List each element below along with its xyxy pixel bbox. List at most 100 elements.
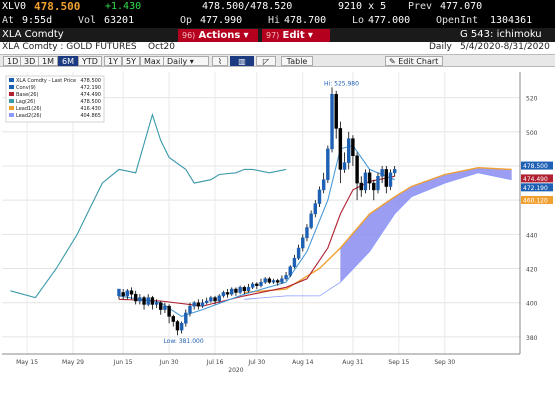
high-value: 478.700 (284, 15, 327, 26)
actions-menu[interactable]: 96) Actions ▾ (178, 29, 258, 42)
legend-value: 478.500 (80, 78, 101, 84)
edit-chart-button[interactable]: ✎ Edit Chart (385, 56, 443, 66)
candle-up (380, 169, 384, 177)
legend-swatch (9, 85, 14, 89)
candle-down (367, 172, 372, 184)
candle-down (351, 138, 355, 156)
net-change: +1.430 (105, 1, 142, 12)
legend-label: Conv(9) (16, 85, 36, 91)
candle-up (230, 288, 234, 295)
open-interest-value: 1304361 (490, 15, 533, 26)
low-value: 477.000 (368, 15, 411, 26)
candle-up (204, 300, 209, 303)
quote-row-1: XLV0 478.500 +1.430 478.500/478.520 9210… (0, 0, 555, 14)
legend-label: Lead2(26) (16, 113, 42, 119)
high-label: Hi (268, 15, 281, 26)
quote-row-2: At 9:55d Vol 63201 Op 477.990 Hi 478.700… (0, 14, 555, 28)
candle-up (163, 305, 167, 310)
candle-down (175, 321, 180, 331)
period-label: Daily (429, 42, 452, 52)
y-tick-label: 520 (526, 96, 538, 103)
candle-up (259, 281, 263, 286)
actions-label: Actions (198, 30, 241, 41)
legend-value: 474.490 (80, 92, 101, 98)
candle-down (129, 290, 134, 295)
candle-up (388, 172, 393, 187)
candle-down (213, 297, 217, 302)
candle-up (309, 213, 313, 228)
date-range[interactable]: 5/4/2020-8/31/2020 (460, 42, 550, 52)
legend-label: XLA Comdty - Last Price (16, 78, 76, 84)
period-button-6m[interactable]: 6M (58, 56, 78, 66)
candle-down (171, 316, 175, 322)
y-tick-label: 420 (526, 267, 538, 274)
candle-down (196, 302, 201, 307)
ichimoku-chart[interactable]: 380400420440460480500520May 15May 29Jun … (0, 68, 555, 400)
bid-ask-size: 9210 x 5 (338, 1, 387, 12)
candle-up (250, 283, 255, 288)
candle-down (234, 288, 238, 293)
period-button-1m[interactable]: 1M (38, 56, 58, 66)
candle-up (296, 247, 301, 259)
ticker-label[interactable]: XLV0 (2, 1, 26, 12)
candle-down (384, 169, 389, 187)
command-bar: XLA Comdty 96) Actions ▾ 97) Edit ▾ G 54… (0, 28, 555, 42)
at-label: At (2, 15, 15, 26)
candle-up (271, 280, 276, 283)
x-tick-label: Sep 15 (388, 359, 409, 366)
volume: 63201 (104, 15, 135, 26)
candle-up (263, 278, 267, 283)
edit-menu[interactable]: 97) Edit ▾ (262, 29, 330, 42)
candle-chart-icon[interactable]: ▥ (230, 56, 254, 66)
x-tick-label: Aug 14 (292, 359, 313, 366)
open-interest-label: OpenInt (436, 15, 479, 26)
open-value: 477.990 (200, 15, 243, 26)
edit-chart-label: Edit Chart (398, 57, 439, 66)
value-tag-label: 472.190 (523, 185, 548, 192)
candle-down (275, 280, 280, 283)
period-button-3d[interactable]: 3D (20, 56, 40, 66)
legend-swatch (9, 92, 14, 96)
candle-up (246, 287, 251, 292)
value-tag-label: 474.490 (523, 176, 548, 183)
legend-value: 404.865 (80, 113, 101, 119)
legend-value: 478.500 (80, 99, 101, 105)
period-button-ytd[interactable]: YTD (78, 56, 102, 66)
legend-label: Lag(26) (16, 99, 35, 105)
frequency-select[interactable]: Daily ▾ (163, 56, 209, 66)
candle-up (326, 148, 330, 180)
legend-swatch (9, 78, 14, 82)
line-chart-icon[interactable]: ⌇ (212, 56, 228, 66)
contract-month: Oct20 (148, 42, 176, 52)
mountain-chart-icon[interactable]: ◸ (256, 56, 276, 66)
y-tick-label: 400 (526, 301, 538, 308)
period-button-max[interactable]: Max (140, 56, 165, 66)
legend-label: Base(26) (16, 92, 38, 98)
chevron-down-icon: ▾ (243, 30, 249, 41)
candle-up (117, 288, 121, 297)
period-button-5y[interactable]: 5Y (122, 56, 140, 66)
candle-down (167, 305, 171, 317)
candle-up (342, 162, 347, 170)
candle-up (376, 176, 380, 191)
actions-number: 96) (182, 31, 196, 40)
candle-up (284, 275, 288, 280)
candle-down (159, 302, 163, 310)
candle-down (255, 283, 259, 286)
edit-number: 97) (266, 31, 280, 40)
candle-down (267, 278, 272, 283)
candle-up (184, 312, 188, 324)
table-button[interactable]: Table (281, 56, 313, 66)
candle-up (317, 189, 322, 204)
candle-up (301, 237, 305, 249)
last-price: 478.500 (34, 0, 81, 13)
period-button-1y[interactable]: 1Y (104, 56, 122, 66)
security-name[interactable]: XLA Comdty (2, 29, 64, 40)
y-tick-label: 380 (526, 335, 538, 342)
vol-label: Vol (78, 15, 97, 26)
candle-up (125, 290, 130, 297)
candle-up (209, 297, 213, 302)
candle-up (221, 292, 226, 297)
chart-toolbar: 1D 3D 1M 6M YTD 1Y 5Y Max Daily ▾ ⌇ ▥ ◸ … (0, 54, 555, 67)
prev-label: Prev (408, 1, 433, 12)
